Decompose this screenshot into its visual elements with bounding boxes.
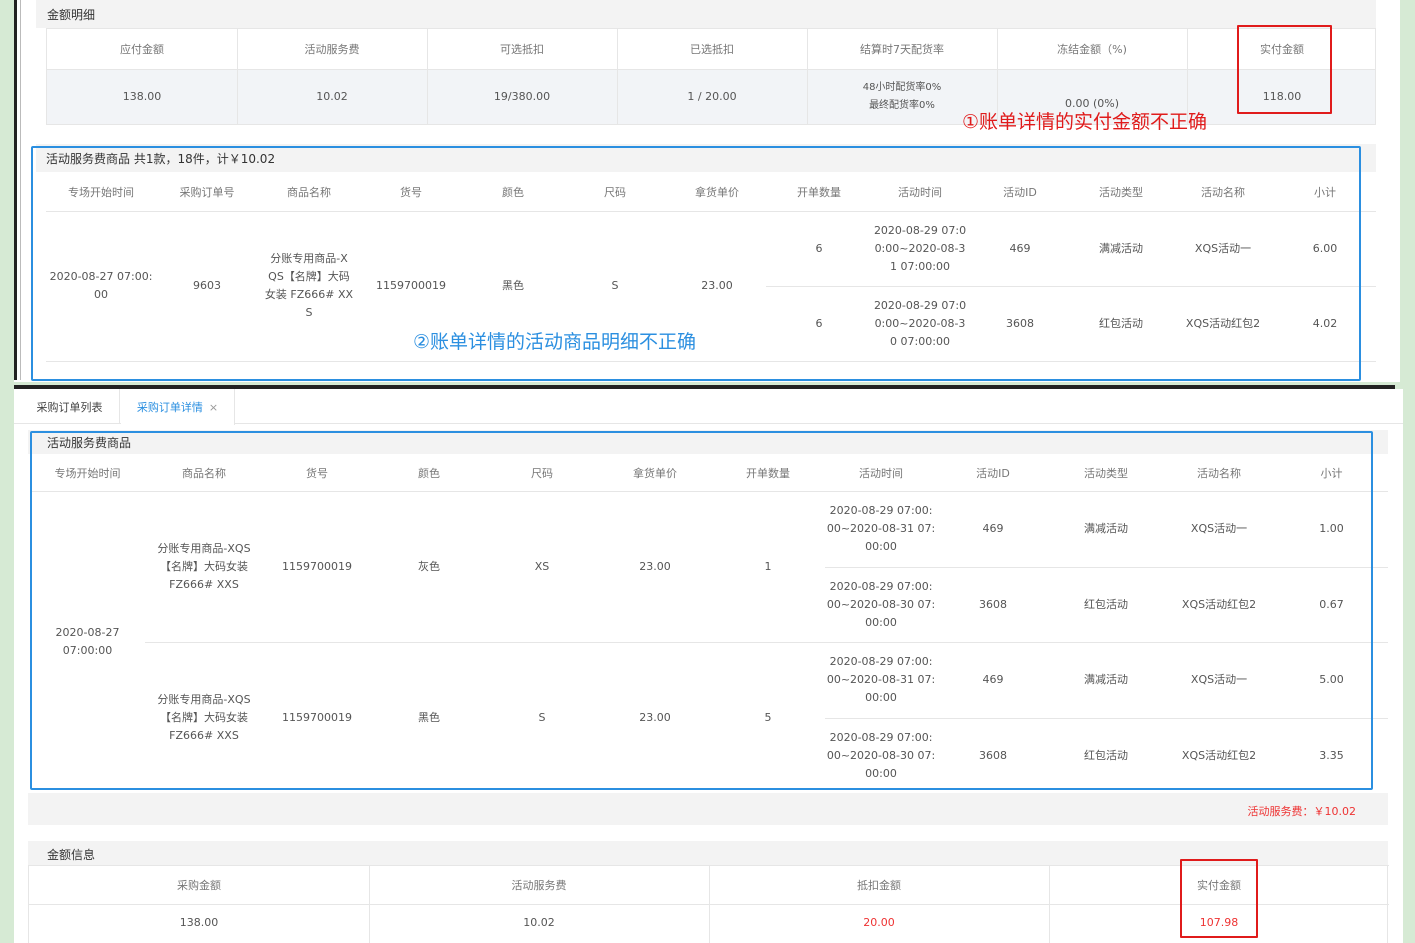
amount-header-payable: 应付金额: [120, 43, 164, 56]
annotation-2-text: ②账单详情的活动商品明细不正确: [413, 331, 697, 353]
top-left-inner-rule: [20, 0, 21, 380]
service-fee-total: 活动服务费：￥10.02: [1247, 805, 1357, 818]
amount-header-service-fee: 活动服务费: [304, 43, 360, 56]
amount-info-header-purchase: 采购金额: [177, 878, 221, 892]
amount-header-optional-deduction: 可选抵扣: [500, 43, 544, 56]
amount-header-frozen: 冻结金额（%): [1057, 43, 1127, 56]
amount-detail-header-bar: [36, 0, 1376, 28]
amount-info-header-deduction: 抵扣金额: [857, 878, 901, 892]
amount-header-fill-rate: 结算时7天配货率: [860, 43, 944, 56]
service-fee-footer: [28, 793, 1388, 825]
amount-info-title: 金额信息: [47, 848, 96, 862]
amount-info-value-service-fee: 10.02: [523, 916, 555, 929]
tab-order-list[interactable]: 采购订单列表: [20, 389, 120, 424]
amount-info-value-purchase: 138.00: [179, 916, 219, 929]
amount-value-payable: 138.00: [122, 89, 162, 103]
top-left-border: [14, 0, 17, 380]
amount-detail-title: 金额明细: [47, 8, 96, 22]
tab-order-detail[interactable]: 采购订单详情 ×: [121, 389, 235, 425]
annotation-box-actual-paid-top: [1237, 25, 1332, 114]
amount-value-selected-deduction: 1 / 20.00: [687, 89, 737, 103]
annotation-box-bottom-activity: [30, 431, 1373, 790]
tab-order-detail-label: 采购订单详情: [136, 401, 203, 414]
annotation-box-actual-paid-bottom: [1180, 859, 1258, 938]
annotation-1-text: ①账单详情的实付金额不正确: [962, 111, 1208, 133]
amount-info-header-service-fee: 活动服务费: [511, 878, 567, 892]
tab-order-list-label: 采购订单列表: [36, 400, 103, 414]
amount-value-service-fee: 10.02: [316, 89, 348, 103]
amount-value-optional-deduction: 19/380.00: [493, 89, 551, 103]
tab-close-icon[interactable]: ×: [209, 401, 218, 414]
amount-header-selected-deduction: 已选抵扣: [690, 43, 734, 56]
amount-info-value-deduction: 20.00: [863, 916, 895, 929]
